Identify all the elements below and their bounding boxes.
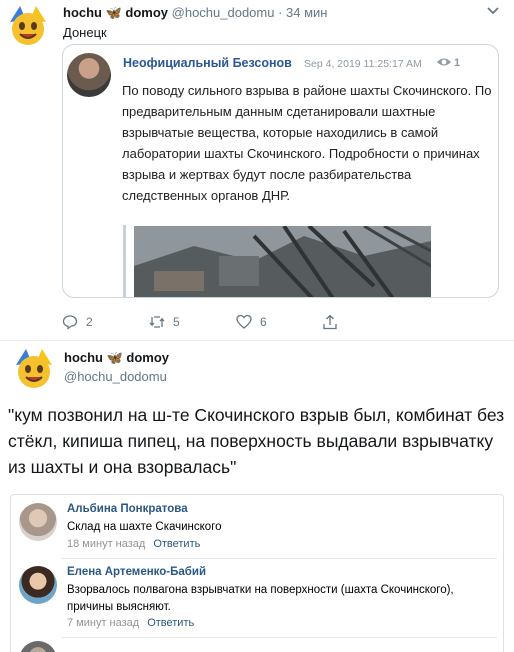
comments-screenshot: Альбина Понкратова Склад на шахте Скачин… xyxy=(10,494,504,652)
quote-image-bar xyxy=(123,225,126,297)
quote-author-avatar xyxy=(67,53,111,97)
avatar[interactable] xyxy=(4,2,52,50)
reply-link[interactable]: Ответить xyxy=(147,617,194,629)
comment-avatar[interactable] xyxy=(19,641,57,652)
tweet-text: "кум позвонил на ш-те Скочинского взрыв … xyxy=(8,405,505,477)
tweet-text: Донецк xyxy=(63,25,107,40)
reply-count: 2 xyxy=(86,315,93,329)
reply-link[interactable]: Ответить xyxy=(153,538,200,550)
reply-icon xyxy=(62,315,78,330)
handle[interactable]: @hochu_dodomu xyxy=(64,369,167,384)
tweet-actions: 2 5 6 xyxy=(62,314,362,332)
quote-view-count: 1 xyxy=(454,57,461,69)
retweet-count: 5 xyxy=(173,315,180,329)
comment-author[interactable]: Альбина Понкратова xyxy=(67,503,188,515)
quote-author: Неофициальный Безсонов xyxy=(123,56,292,70)
comment-divider xyxy=(61,637,497,638)
comment-meta: 7 минут назад Ответить xyxy=(67,617,194,629)
display-name[interactable]: hochu 🦋 domoy xyxy=(64,350,169,366)
share-action[interactable] xyxy=(322,314,346,330)
comment-text: Склад на шахте Скачинского xyxy=(67,521,222,533)
share-icon xyxy=(323,314,337,330)
retweet-icon xyxy=(149,316,165,328)
quote-text: По поводу сильного взрыва в районе шахты… xyxy=(122,83,492,203)
comment-time[interactable]: 7 минут назад xyxy=(67,617,139,629)
like-count: 6 xyxy=(260,315,267,329)
display-name[interactable]: hochu 🦋 domoy xyxy=(63,5,168,20)
quote-date: Sep 4, 2019 11:25:17 AM xyxy=(304,58,422,70)
tweet-author-line: hochu 🦋 domoy @hochu_dodomu · 34 мин xyxy=(63,5,328,21)
eye-icon xyxy=(437,58,451,66)
like-action[interactable]: 6 xyxy=(236,314,267,330)
heart-icon xyxy=(236,314,252,329)
handle[interactable]: @hochu_dodomu xyxy=(172,5,275,20)
emoji-avatar-icon xyxy=(11,346,57,392)
avatar[interactable] xyxy=(10,345,58,393)
retweet-action[interactable]: 5 xyxy=(149,314,180,330)
quoted-post-card[interactable]: Неофициальный Безсонов Sep 4, 2019 11:25… xyxy=(62,44,499,298)
comment-divider xyxy=(61,558,497,559)
tweet-time[interactable]: · 34 мин xyxy=(278,5,327,20)
comment-text: Взорвалось полвагона взрывчатки на повер… xyxy=(67,584,454,613)
comment-avatar[interactable] xyxy=(19,566,57,604)
tweet-divider xyxy=(0,340,514,341)
emoji-avatar-icon xyxy=(5,3,51,49)
reply-action[interactable]: 2 xyxy=(62,314,93,330)
quote-photo[interactable] xyxy=(134,226,431,297)
chevron-down-icon[interactable] xyxy=(486,6,500,16)
comment-avatar[interactable] xyxy=(19,503,57,541)
comment-author[interactable]: Елена Артеменко-Бабий xyxy=(67,566,206,578)
comment-meta: 18 минут назад Ответить xyxy=(67,538,200,550)
comment-time[interactable]: 18 минут назад xyxy=(67,538,145,550)
